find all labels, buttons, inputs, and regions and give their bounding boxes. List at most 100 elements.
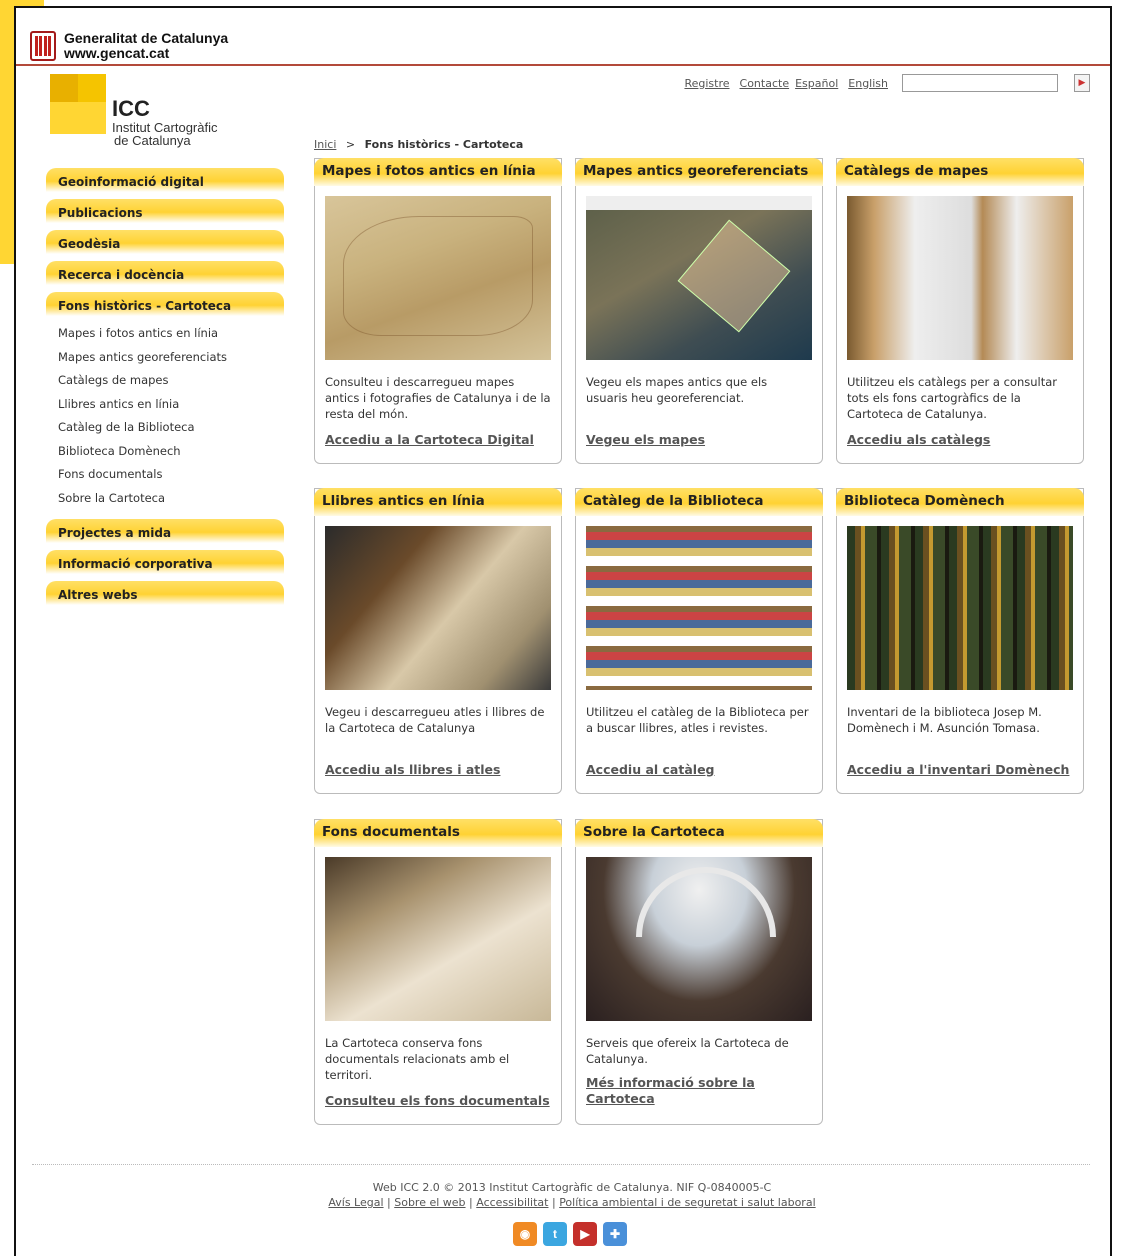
card-image-old-map[interactable]	[325, 196, 551, 360]
footer-link-accessibilitat[interactable]: Accessibilitat	[476, 1196, 548, 1209]
card-sobre-cartoteca: Sobre la Cartoteca Serveis que ofereix l…	[575, 819, 823, 1125]
link-english[interactable]: English	[848, 77, 888, 90]
youtube-icon[interactable]: ▶	[573, 1222, 597, 1246]
subitem-fons-documentals[interactable]: Fons documentals	[58, 466, 284, 490]
card-description: Vegeu els mapes antics que els usuaris h…	[586, 375, 768, 405]
card-fons-documentals: Fons documentals La Cartoteca conserva f…	[314, 819, 562, 1125]
footer-divider	[32, 1164, 1090, 1165]
sidebar-item-projectes[interactable]: Projectes a mida	[46, 519, 284, 543]
card-title[interactable]: Llibres antics en línia	[314, 488, 562, 516]
generalitat-text: Generalitat de Catalunya www.gencat.cat	[64, 31, 228, 61]
card-link[interactable]: Accediu als catàlegs	[847, 432, 1073, 462]
card-title[interactable]: Catàleg de la Biblioteca	[575, 488, 823, 516]
card-link[interactable]: Vegeu els mapes	[586, 432, 812, 462]
breadcrumb: Inici > Fons històrics - Cartoteca	[314, 138, 523, 151]
card-title[interactable]: Catàlegs de mapes	[836, 158, 1084, 186]
link-contacte[interactable]: Contacte	[740, 77, 790, 90]
icc-logo[interactable]: ICC Institut Cartogràfic de Catalunya	[50, 74, 250, 147]
card-mapes-fotos: Mapes i fotos antics en línia Consulteu …	[314, 158, 562, 464]
card-title[interactable]: Mapes antics georeferenciats	[575, 158, 823, 186]
georef-overlay	[677, 219, 791, 333]
sidebar-item-geodesia[interactable]: Geodèsia	[46, 230, 284, 254]
card-cataleg-biblioteca: Catàleg de la Biblioteca Utilitzeu el ca…	[575, 488, 823, 794]
breadcrumb-sep: >	[345, 138, 356, 151]
sidebar-sublist: Mapes i fotos antics en línia Mapes anti…	[46, 323, 284, 519]
card-mapes-georef: Mapes antics georeferenciats Vegeu els m…	[575, 158, 823, 464]
subitem-domenech[interactable]: Biblioteca Domènech	[58, 443, 284, 467]
subitem-llibres[interactable]: Llibres antics en línia	[58, 396, 284, 420]
sidebar-item-fons-historics[interactable]: Fons històrics - Cartoteca	[46, 292, 284, 316]
card-link[interactable]: Accediu als llibres i atles	[325, 762, 551, 792]
sidebar-item-recerca[interactable]: Recerca i docència	[46, 261, 284, 285]
subitem-mapes-georef[interactable]: Mapes antics georeferenciats	[58, 349, 284, 373]
card-description: Inventari de la biblioteca Josep M. Domè…	[847, 705, 1042, 735]
logo-square-1	[50, 74, 78, 102]
footer-links: Avís Legal | Sobre el web | Accessibilit…	[328, 1196, 816, 1209]
map-toolbar	[586, 196, 812, 210]
card-title[interactable]: Fons documentals	[314, 819, 562, 847]
subitem-catalegs[interactable]: Catàlegs de mapes	[58, 372, 284, 396]
card-image-documents[interactable]	[325, 857, 551, 1021]
card-title[interactable]: Sobre la Cartoteca	[575, 819, 823, 847]
header-rule	[16, 64, 1110, 66]
generalitat-header[interactable]: Generalitat de Catalunya www.gencat.cat	[30, 28, 228, 64]
rss-icon[interactable]: ◉	[513, 1222, 537, 1246]
search-submit-button[interactable]: ▶	[1074, 74, 1090, 92]
generalitat-logo-icon	[30, 31, 56, 61]
sidebar: Geoinformació digital Publicacions Geodè…	[46, 168, 284, 612]
icc-sub2: de Catalunya	[114, 133, 191, 148]
card-description: Consulteu i descarregueu mapes antics i …	[325, 375, 551, 421]
footer: Web ICC 2.0 © 2013 Institut Cartogràfic …	[16, 1180, 1125, 1210]
card-description: Utilitzeu els catàlegs per a consultar t…	[847, 375, 1058, 421]
card-image-book-spines[interactable]	[847, 526, 1073, 690]
card-image-reading-room[interactable]	[586, 857, 812, 1021]
card-description: Utilitzeu el catàleg de la Biblioteca pe…	[586, 705, 809, 735]
card-description: Serveis que ofereix la Cartoteca de Cata…	[586, 1036, 789, 1066]
sidebar-item-altres-webs[interactable]: Altres webs	[46, 581, 284, 605]
card-image-card-drawers[interactable]	[847, 196, 1073, 360]
subitem-mapes-fotos[interactable]: Mapes i fotos antics en línia	[58, 325, 284, 349]
card-title[interactable]: Biblioteca Domènech	[836, 488, 1084, 516]
sidebar-item-informacio[interactable]: Informació corporativa	[46, 550, 284, 574]
sidebar-item-geoinformacio[interactable]: Geoinformació digital	[46, 168, 284, 192]
card-link[interactable]: Més informació sobre la Cartoteca	[586, 1075, 812, 1123]
card-title[interactable]: Mapes i fotos antics en línia	[314, 158, 562, 186]
card-link[interactable]: Accediu al catàleg	[586, 762, 812, 792]
link-espanol[interactable]: Español	[795, 77, 838, 90]
page-frame: Generalitat de Catalunya www.gencat.cat …	[14, 6, 1112, 1256]
footer-link-politica[interactable]: Política ambiental i de seguretat i salu…	[559, 1196, 815, 1209]
link-registre[interactable]: Registre	[684, 77, 729, 90]
card-link[interactable]: Accediu a la Cartoteca Digital	[325, 432, 551, 462]
generalitat-url: www.gencat.cat	[64, 45, 170, 61]
map-outline	[343, 216, 533, 336]
footer-link-sobre-web[interactable]: Sobre el web	[394, 1196, 465, 1209]
sidebar-item-publicacions[interactable]: Publicacions	[46, 199, 284, 223]
twitter-icon[interactable]: t	[543, 1222, 567, 1246]
top-links: Registre Contacte Español English ▶	[684, 74, 1090, 92]
play-arrow-icon: ▶	[1078, 78, 1086, 88]
footer-link-avis-legal[interactable]: Avís Legal	[328, 1196, 383, 1209]
card-description: La Cartoteca conserva fons documentals r…	[325, 1036, 510, 1082]
subitem-cataleg-biblioteca[interactable]: Catàleg de la Biblioteca	[58, 419, 284, 443]
logo-square-2	[78, 74, 106, 102]
card-catalegs: Catàlegs de mapes Utilitzeu els catàlegs…	[836, 158, 1084, 464]
breadcrumb-current: Fons històrics - Cartoteca	[364, 138, 524, 151]
card-domenech: Biblioteca Domènech Inventari de la bibl…	[836, 488, 1084, 794]
card-image-bookshelves[interactable]	[586, 526, 812, 690]
icc-name: ICC	[112, 96, 150, 121]
share-icon[interactable]: ✚	[603, 1222, 627, 1246]
card-link[interactable]: Accediu a l'inventari Domènech	[847, 762, 1073, 792]
card-description: Vegeu i descarregueu atles i llibres de …	[325, 705, 545, 735]
card-llibres: Llibres antics en línia Vegeu i descarre…	[314, 488, 562, 794]
card-link[interactable]: Consulteu els fons documentals	[325, 1093, 551, 1123]
breadcrumb-home[interactable]: Inici	[314, 138, 336, 151]
footer-copyright: Web ICC 2.0 © 2013 Institut Cartogràfic …	[372, 1181, 772, 1194]
search-input[interactable]	[902, 74, 1058, 92]
card-image-old-books[interactable]	[325, 526, 551, 690]
social-icons: ◉ t ▶ ✚	[513, 1222, 627, 1246]
logo-square-3	[50, 102, 106, 134]
arch-shape	[636, 867, 776, 937]
icc-subtitle: Institut Cartogràfic de Catalunya	[112, 121, 218, 147]
card-image-satellite-map[interactable]	[586, 196, 812, 360]
subitem-sobre-cartoteca[interactable]: Sobre la Cartoteca	[58, 490, 284, 514]
